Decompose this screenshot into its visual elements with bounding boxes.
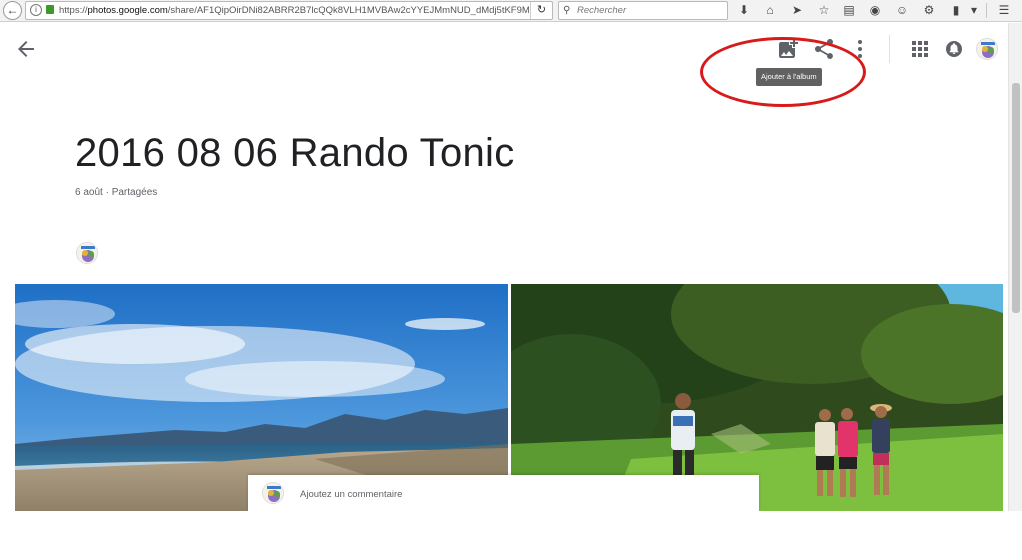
comment-bar[interactable]: Ajoutez un commentaire: [248, 475, 759, 511]
chevron-down-icon[interactable]: ▾: [966, 2, 982, 19]
scrollbar-thumb[interactable]: [1012, 83, 1020, 313]
google-photos-page: Ajouter à l'album 2016 08 06 Rando Tonic…: [0, 23, 1022, 560]
extension-icon[interactable]: ⚙: [921, 2, 937, 19]
search-placeholder: Rechercher: [577, 5, 627, 16]
browser-back-button[interactable]: ←: [3, 1, 22, 20]
page-scrollbar[interactable]: [1008, 23, 1022, 511]
reload-icon[interactable]: ↻: [530, 2, 552, 19]
toolbar-divider: [986, 3, 987, 18]
download-icon[interactable]: ⬇: [736, 2, 752, 19]
commenter-avatar: [262, 482, 284, 504]
arrow-back-icon[interactable]: [14, 37, 38, 61]
pocket-icon[interactable]: ◉: [867, 2, 883, 19]
send-icon[interactable]: ➤: [789, 2, 805, 19]
bookmark-star-icon[interactable]: ☆: [816, 2, 832, 19]
page-bottom-area: [0, 511, 1022, 560]
browser-search-input[interactable]: ⚲ Rechercher: [558, 1, 728, 20]
add-photo-icon[interactable]: [776, 37, 800, 61]
share-icon[interactable]: [812, 37, 836, 61]
album-subtitle: 6 août · Partagées: [75, 187, 158, 198]
search-icon: ⚲: [563, 5, 571, 16]
emoji-icon[interactable]: ☺: [894, 2, 910, 19]
battery-icon[interactable]: ▮: [948, 2, 964, 19]
apps-grid-icon[interactable]: [908, 37, 932, 61]
hamburger-menu-icon[interactable]: ☰: [996, 2, 1012, 19]
url-bar[interactable]: i https://photos.google.com/share/AF1Qip…: [25, 1, 553, 20]
info-icon[interactable]: i: [30, 4, 42, 16]
url-text: https://photos.google.com/share/AF1QipOi…: [59, 5, 529, 16]
more-vert-icon[interactable]: [848, 37, 872, 61]
notifications-icon[interactable]: [942, 37, 966, 61]
shared-user-avatar[interactable]: [76, 242, 98, 264]
comment-input[interactable]: Ajoutez un commentaire: [300, 489, 402, 500]
lock-icon: [46, 5, 54, 14]
album-title[interactable]: 2016 08 06 Rando Tonic: [75, 131, 515, 176]
reading-list-icon[interactable]: ▤: [841, 2, 857, 19]
browser-toolbar: ← i https://photos.google.com/share/AF1Q…: [0, 0, 1022, 22]
account-avatar[interactable]: [976, 38, 998, 60]
add-to-album-tooltip: Ajouter à l'album: [756, 68, 822, 86]
home-icon[interactable]: ⌂: [762, 2, 778, 19]
header-divider: [889, 35, 890, 63]
